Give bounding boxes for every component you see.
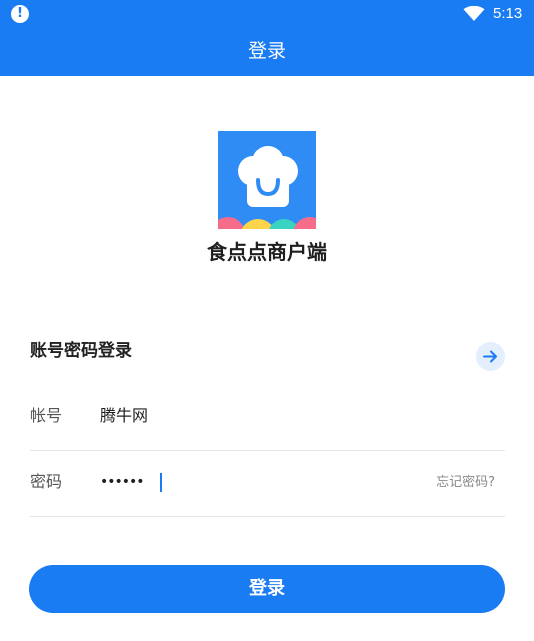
text-caret	[160, 473, 162, 492]
page-title: 登录	[247, 40, 286, 62]
status-time: 5:13	[493, 5, 523, 22]
switch-login-method-button[interactable]	[476, 342, 505, 371]
wifi-icon	[463, 6, 485, 21]
app-name: 食点点商户端	[207, 240, 327, 264]
account-label: 帐号	[30, 406, 63, 425]
login-section-title: 账号密码登录	[30, 341, 132, 361]
login-button[interactable]: 登录	[29, 565, 505, 613]
forgot-password-link[interactable]: 忘记密码?	[436, 473, 495, 493]
arrow-right-icon	[483, 350, 497, 363]
status-bar: ! 5:13	[0, 0, 534, 28]
password-row: 密码 •••••• 忘记密码?	[30, 450, 505, 517]
password-input[interactable]: ••••••	[100, 470, 145, 494]
app-bar: 登录	[0, 28, 534, 76]
chef-hat-logo	[218, 131, 316, 229]
alert-icon: !	[11, 5, 29, 23]
account-row: 帐号	[30, 384, 505, 451]
account-input[interactable]	[100, 404, 360, 428]
password-label: 密码	[30, 472, 63, 491]
login-screen: ! 5:13 登录 食点点商户端 账号密码登录 帐号 腾牛网 密码 ••••••…	[0, 0, 534, 641]
